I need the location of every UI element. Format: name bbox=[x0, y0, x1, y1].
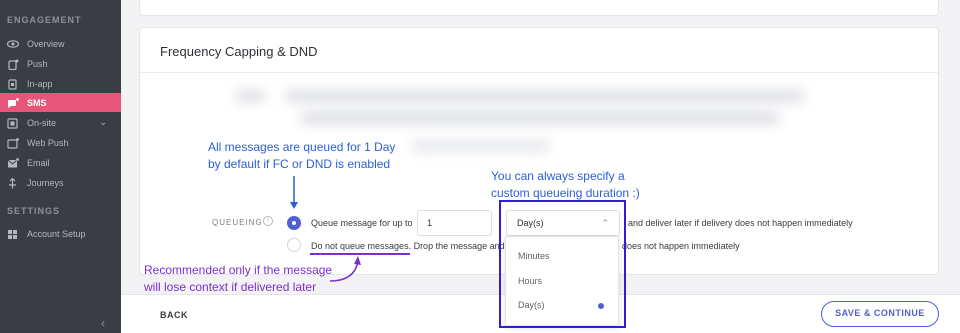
sidebar-item-label: On-site bbox=[27, 117, 57, 128]
on-site-icon bbox=[7, 117, 19, 129]
queue-message-radio[interactable] bbox=[287, 216, 301, 230]
previous-section-card bbox=[139, 0, 939, 16]
sidebar-item-sms[interactable]: SMS bbox=[0, 93, 121, 112]
journeys-icon bbox=[7, 177, 19, 188]
dropdown-option-days[interactable]: Day(s) bbox=[518, 300, 545, 310]
chevron-down-icon[interactable]: ⌄ bbox=[99, 117, 107, 128]
selected-indicator-icon bbox=[598, 303, 604, 309]
collapse-sidebar-icon[interactable]: ‹ bbox=[101, 316, 105, 330]
push-icon bbox=[7, 59, 19, 70]
arrow-down-icon bbox=[290, 176, 298, 209]
do-not-queue-radio[interactable] bbox=[287, 238, 301, 252]
back-button[interactable]: BACK bbox=[160, 310, 188, 320]
queue-unit-select[interactable]: Day(s) ⌃ bbox=[506, 210, 620, 236]
sidebar-item-label: Account Setup bbox=[27, 228, 86, 239]
sms-icon bbox=[7, 97, 19, 108]
sidebar-item-label: Web Push bbox=[27, 137, 69, 148]
settings-section-header: SETTINGS bbox=[7, 206, 61, 216]
engagement-section-header: ENGAGEMENT bbox=[7, 15, 82, 25]
card-title: Frequency Capping & DND bbox=[160, 44, 318, 59]
annotation-custom-duration: You can always specify a custom queueing… bbox=[491, 169, 640, 200]
sidebar-item-label: Push bbox=[27, 58, 48, 69]
dropdown-option-hours[interactable]: Hours bbox=[518, 276, 542, 286]
sidebar-item-label: In-app bbox=[27, 78, 53, 89]
sidebar-item-label: Email bbox=[27, 157, 50, 168]
eye-icon bbox=[6, 39, 20, 49]
queue-option-suffix: and deliver later if delivery does not h… bbox=[628, 218, 853, 228]
select-value: Day(s) bbox=[517, 218, 544, 228]
sidebar-item-push[interactable]: Push bbox=[0, 54, 121, 73]
web-push-icon bbox=[7, 137, 19, 149]
blurred-content bbox=[235, 90, 265, 102]
chevron-up-icon: ⌃ bbox=[601, 218, 609, 228]
queue-duration-input[interactable]: 1 bbox=[417, 210, 492, 236]
sidebar-item-web-push[interactable]: Web Push bbox=[0, 133, 121, 152]
info-icon[interactable]: i bbox=[263, 216, 273, 226]
queueing-label: QUEUEING bbox=[212, 218, 263, 227]
in-app-icon bbox=[7, 78, 19, 90]
sidebar-item-label: SMS bbox=[27, 97, 47, 108]
sidebar-item-account-setup[interactable]: Account Setup bbox=[0, 224, 121, 243]
divider bbox=[140, 72, 938, 73]
blurred-content bbox=[285, 90, 805, 102]
sidebar-item-in-app[interactable]: In-app bbox=[0, 74, 121, 93]
do-not-queue-suffix: does not happen immediately bbox=[622, 241, 740, 251]
unit-dropdown-menu: Minutes Hours Day(s) bbox=[505, 236, 619, 326]
sidebar-item-journeys[interactable]: Journeys bbox=[0, 173, 121, 192]
sidebar-item-email[interactable]: Email bbox=[0, 153, 121, 172]
grid-icon bbox=[7, 229, 19, 239]
email-icon bbox=[7, 157, 19, 168]
sidebar: ENGAGEMENT Overview Push In-app SMS On-s… bbox=[0, 0, 121, 333]
annotation-default-queue: All messages are queued for 1 Day by def… bbox=[208, 140, 396, 171]
sidebar-item-on-site[interactable]: On-site ⌄ bbox=[0, 113, 121, 132]
annotation-recommended: Recommended only if the message will los… bbox=[144, 263, 333, 294]
sidebar-item-label: Overview bbox=[27, 38, 65, 49]
dropdown-option-minutes[interactable]: Minutes bbox=[518, 251, 550, 261]
queue-option-label: Queue message for up to bbox=[311, 218, 413, 228]
curved-arrow-icon bbox=[329, 256, 361, 282]
sidebar-item-label: Journeys bbox=[27, 177, 64, 188]
save-continue-button[interactable]: SAVE & CONTINUE bbox=[821, 301, 939, 327]
sidebar-item-overview[interactable]: Overview bbox=[0, 34, 121, 53]
blurred-content bbox=[410, 140, 550, 152]
do-not-queue-label: Do not queue messages. Drop the message … bbox=[311, 241, 512, 251]
blurred-content bbox=[300, 112, 780, 124]
